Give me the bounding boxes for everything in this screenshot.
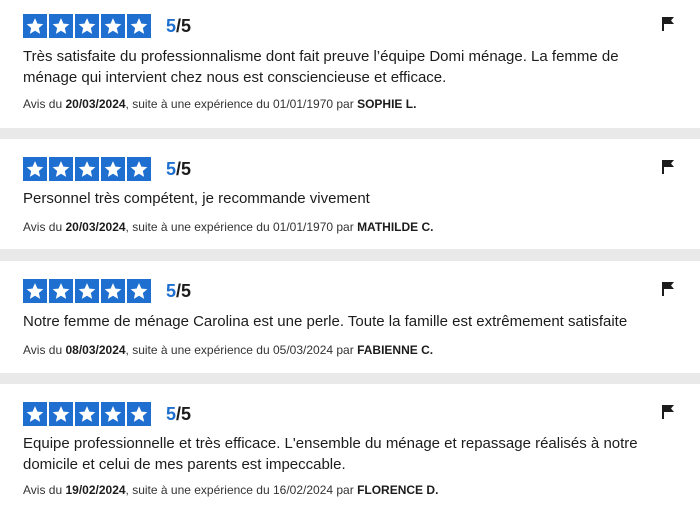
star-icon: [49, 279, 73, 303]
review-text: Personnel très compétent, je recommande …: [23, 190, 370, 207]
score-max: /5: [176, 281, 192, 301]
report-flag-icon[interactable]: [662, 405, 674, 419]
report-flag-icon[interactable]: [662, 160, 674, 174]
review-text: Equipe professionnelle et très efficace.…: [23, 435, 638, 473]
star-icon: [127, 157, 151, 181]
star-icon: [23, 157, 47, 181]
meta-prefix: Avis du: [23, 483, 63, 497]
star-icon: [127, 279, 151, 303]
rating-score: 5/5: [166, 15, 191, 37]
star-rating: [23, 14, 151, 38]
star-icon: [101, 157, 125, 181]
report-flag-icon[interactable]: [662, 282, 674, 296]
meta-prefix: Avis du: [23, 343, 63, 357]
score-max: /5: [176, 16, 192, 36]
meta-middle: , suite à une expérience du 01/01/1970 p…: [125, 220, 354, 234]
star-icon: [75, 402, 99, 426]
review-date: 20/03/2024: [65, 220, 126, 234]
star-icon: [75, 279, 99, 303]
meta-prefix: Avis du: [23, 97, 63, 111]
meta-prefix: Avis du: [23, 220, 63, 234]
star-icon: [23, 14, 47, 38]
star-icon: [49, 402, 73, 426]
meta-middle: , suite à une expérience du 16/02/2024 p…: [125, 483, 354, 497]
review-meta: Avis du 20/03/2024, suite à une expérien…: [23, 96, 416, 112]
star-icon: [127, 402, 151, 426]
review-author: SOPHIE L.: [357, 97, 417, 111]
review-date: 20/03/2024: [65, 97, 126, 111]
star-rating: [23, 402, 151, 426]
star-rating: [23, 157, 151, 181]
star-icon: [75, 157, 99, 181]
star-rating: [23, 279, 151, 303]
review-card: 5/5 Equipe professionnelle et très effic…: [0, 384, 700, 513]
review-card: 5/5 Très satisfaite du professionnalisme…: [0, 0, 700, 128]
rating-score: 5/5: [166, 280, 191, 302]
rating-score: 5/5: [166, 158, 191, 180]
review-date: 19/02/2024: [65, 483, 126, 497]
star-icon: [101, 14, 125, 38]
review-text: Très satisfaite du professionnalisme don…: [23, 48, 619, 86]
review-author: FABIENNE C.: [357, 343, 434, 357]
star-icon: [127, 14, 151, 38]
star-icon: [23, 279, 47, 303]
review-meta: Avis du 20/03/2024, suite à une expérien…: [23, 219, 434, 235]
review-text: Notre femme de ménage Carolina est une p…: [23, 313, 628, 330]
review-author: MATHILDE C.: [357, 220, 434, 234]
review-meta: Avis du 08/03/2024, suite à une expérien…: [23, 342, 433, 358]
star-icon: [49, 14, 73, 38]
meta-middle: , suite à une expérience du 01/01/1970 p…: [125, 97, 354, 111]
score-value: 5: [166, 16, 177, 36]
score-max: /5: [176, 159, 192, 179]
star-icon: [101, 402, 125, 426]
star-icon: [23, 402, 47, 426]
report-flag-icon[interactable]: [662, 17, 674, 31]
rating-score: 5/5: [166, 403, 191, 425]
score-value: 5: [166, 281, 177, 301]
review-card: 5/5 Personnel très compétent, je recomma…: [0, 139, 700, 249]
score-max: /5: [176, 404, 192, 424]
star-icon: [101, 279, 125, 303]
star-icon: [49, 157, 73, 181]
meta-middle: , suite à une expérience du 05/03/2024 p…: [125, 343, 354, 357]
review-author: FLORENCE D.: [357, 483, 439, 497]
score-value: 5: [166, 404, 177, 424]
review-card: 5/5 Notre femme de ménage Carolina est u…: [0, 261, 700, 373]
score-value: 5: [166, 159, 177, 179]
review-date: 08/03/2024: [65, 343, 126, 357]
star-icon: [75, 14, 99, 38]
review-meta: Avis du 19/02/2024, suite à une expérien…: [23, 482, 438, 498]
